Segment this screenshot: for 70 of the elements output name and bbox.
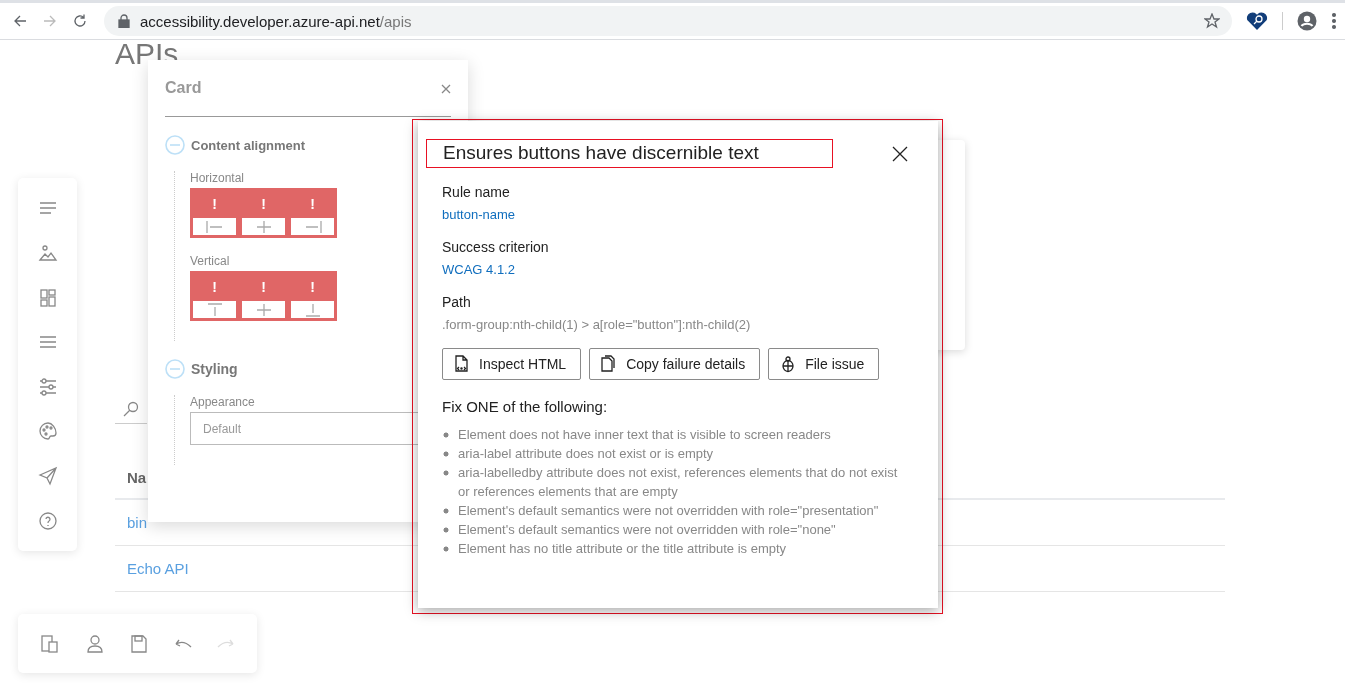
align-button[interactable]: ! xyxy=(239,188,288,238)
layout-tool[interactable] xyxy=(37,287,58,308)
error-flag: ! xyxy=(193,191,236,218)
save-button[interactable] xyxy=(129,633,150,654)
align-button[interactable]: ! xyxy=(190,271,239,321)
lock-icon xyxy=(118,14,130,28)
inspect-button[interactable]: Inspect HTML xyxy=(442,348,582,380)
bug-button[interactable]: File issue xyxy=(768,348,880,380)
image-icon xyxy=(37,242,58,263)
error-flag: ! xyxy=(242,191,285,218)
api-link[interactable]: Echo API xyxy=(115,560,189,577)
close-icon xyxy=(892,145,908,162)
sliders-icon xyxy=(37,376,58,397)
section-title[interactable]: Styling xyxy=(191,361,238,377)
dialog-title: Ensures buttons have discernible text xyxy=(426,139,833,168)
api-link[interactable]: bin xyxy=(115,514,148,531)
fix-heading: Fix ONE of the following: xyxy=(442,398,609,415)
devices-icon xyxy=(40,633,61,654)
redo-icon xyxy=(216,639,235,648)
error-flag: ! xyxy=(291,274,334,301)
save-icon xyxy=(129,633,150,654)
send-icon xyxy=(37,466,58,487)
path-text: .form-group:nth-child(1) > a[role="button"]:nth-child(2) xyxy=(442,317,752,332)
help-tool[interactable] xyxy=(37,510,58,531)
more-icon[interactable] xyxy=(1331,12,1337,30)
help-icon xyxy=(37,510,58,531)
layout-icon xyxy=(37,287,58,308)
close-button[interactable] xyxy=(892,145,908,162)
file-code-icon xyxy=(453,355,471,373)
detail-heading: Path xyxy=(442,294,472,310)
align-icon xyxy=(204,219,225,235)
palette-icon xyxy=(37,421,58,442)
back-button[interactable] xyxy=(12,13,28,29)
person-icon xyxy=(84,633,105,654)
forward-icon xyxy=(42,13,58,29)
heart-search-icon[interactable] xyxy=(1246,12,1268,30)
detail-link[interactable]: WCAG 4.1.2 xyxy=(442,262,515,277)
sliders-tool[interactable] xyxy=(37,376,58,397)
group-label: Vertical xyxy=(190,254,231,268)
image-tool[interactable] xyxy=(37,242,58,263)
detail-link[interactable]: button-name xyxy=(442,207,515,222)
error-flag: ! xyxy=(291,191,334,218)
account-icon[interactable] xyxy=(1297,11,1317,31)
detail-heading: Success criterion xyxy=(442,239,550,255)
align-button[interactable]: ! xyxy=(288,188,337,238)
devices-button[interactable] xyxy=(40,633,61,654)
align-button[interactable]: ! xyxy=(239,271,288,321)
person-button[interactable] xyxy=(84,633,105,654)
column-header[interactable]: Na xyxy=(115,468,147,486)
reload-button[interactable] xyxy=(72,13,88,29)
section-title[interactable]: Content alignment xyxy=(191,137,306,153)
search-icon xyxy=(123,401,139,417)
error-flag: ! xyxy=(242,274,285,301)
send-tool[interactable] xyxy=(37,466,58,487)
align-button[interactable]: ! xyxy=(190,188,239,238)
address-bar[interactable]: accessibility.developer.azure-api.net/apis xyxy=(104,6,1232,36)
undo-button[interactable] xyxy=(174,639,193,648)
error-flag: ! xyxy=(193,274,236,301)
group-label: Horizontal xyxy=(190,171,246,185)
close-icon xyxy=(441,83,451,94)
detail-heading: Rule name xyxy=(442,184,511,200)
star-icon[interactable] xyxy=(1204,13,1220,29)
undo-icon xyxy=(174,639,193,648)
back-icon xyxy=(12,13,28,29)
reload-icon xyxy=(72,13,88,29)
panel-title: Card xyxy=(165,79,202,97)
url-text: accessibility.developer.azure-api.net/apis xyxy=(140,12,413,30)
align-button[interactable]: ! xyxy=(288,271,337,321)
copy-button[interactable]: Copy failure details xyxy=(589,348,761,380)
palette-tool[interactable] xyxy=(37,421,58,442)
